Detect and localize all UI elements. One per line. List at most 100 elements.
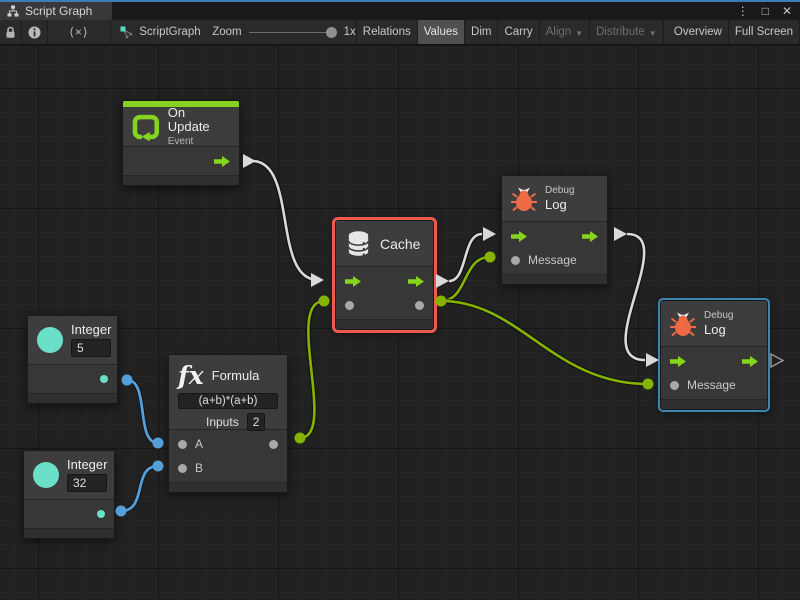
- node-integer-1[interactable]: Integer 5: [27, 315, 118, 404]
- node-cache[interactable]: Cache: [335, 220, 434, 330]
- window-controls: ⋮ □ ✕: [737, 2, 792, 20]
- align-label: Align: [546, 26, 572, 38]
- integer-value-field[interactable]: 32: [67, 474, 107, 492]
- value-input-port[interactable]: [345, 301, 354, 310]
- hierarchy-icon: [7, 5, 19, 17]
- graph-name-breadcrumb[interactable]: ScriptGraph: [111, 20, 212, 44]
- close-icon[interactable]: ✕: [782, 2, 792, 20]
- flow-input-port[interactable]: [345, 276, 361, 287]
- flow-output-port[interactable]: [582, 231, 598, 242]
- flow-output-port[interactable]: [408, 276, 424, 287]
- formula-icon: fx: [178, 363, 204, 389]
- carry-button[interactable]: Carry: [498, 20, 539, 44]
- wire-end-arrow[interactable]: [646, 353, 659, 367]
- value-output-port[interactable]: [100, 375, 108, 383]
- unconnected-output-arrow[interactable]: [771, 354, 783, 367]
- lock-button[interactable]: [0, 20, 22, 44]
- node-ports: Message: [661, 347, 767, 400]
- message-input-port[interactable]: [511, 256, 520, 265]
- wire-endpoint[interactable]: [319, 296, 330, 307]
- wire-endpoint[interactable]: [122, 375, 133, 386]
- node-ports: Message: [502, 222, 607, 275]
- wire-endpoint[interactable]: [116, 506, 127, 517]
- wire-end-arrow[interactable]: [483, 227, 496, 241]
- node-title: Formula: [212, 369, 260, 383]
- relations-label: Relations: [363, 26, 411, 38]
- wire-end-arrow[interactable]: [311, 273, 324, 287]
- node-footer: [24, 529, 114, 538]
- input-port-a[interactable]: [178, 440, 187, 449]
- tab-script-graph[interactable]: Script Graph: [0, 2, 112, 20]
- wire-endpoint[interactable]: [643, 379, 654, 390]
- node-footer: [28, 394, 117, 403]
- wire-formula-to-cache[interactable]: [300, 301, 324, 438]
- graph-name-label: ScriptGraph: [139, 26, 200, 38]
- node-ports: [123, 147, 239, 176]
- integer-icon: [37, 327, 63, 353]
- flow-input-port[interactable]: [670, 356, 686, 367]
- node-header: fx Formula (a+b)*(a+b) Inputs 2: [169, 355, 287, 430]
- full-screen-button[interactable]: Full Screen: [729, 20, 800, 44]
- graph-canvas[interactable]: On Update Event: [0, 46, 800, 600]
- script-graph-window: Script Graph ⋮ □ ✕ ⟨×⟩: [0, 0, 800, 600]
- value-output-port[interactable]: [269, 440, 278, 449]
- wire-cache-to-debug1-message[interactable]: [441, 257, 490, 301]
- wire-debug1-to-debug2[interactable]: [626, 234, 645, 360]
- node-on-update[interactable]: On Update Event: [122, 100, 240, 186]
- maximize-icon[interactable]: □: [762, 2, 769, 20]
- wire-endpoint[interactable]: [485, 252, 496, 263]
- variables-button[interactable]: ⟨×⟩: [48, 20, 112, 44]
- distribute-label: Distribute: [596, 26, 645, 38]
- node-debug-log-2[interactable]: Debug Log Message: [660, 300, 768, 410]
- integer-value-field[interactable]: 5: [71, 339, 111, 357]
- wire-start-arrow[interactable]: [436, 274, 449, 288]
- overview-button[interactable]: Overview: [668, 20, 729, 44]
- value-output-port[interactable]: [415, 301, 424, 310]
- flow-output-port[interactable]: [742, 356, 758, 367]
- wire-endpoint[interactable]: [295, 433, 306, 444]
- node-footer: [336, 320, 433, 329]
- wire-integer1-to-formula-a[interactable]: [127, 380, 158, 443]
- wire-cache-to-debug1[interactable]: [449, 234, 482, 281]
- wire-endpoint[interactable]: [153, 438, 164, 449]
- wire-start-arrow[interactable]: [243, 154, 256, 168]
- flow-output-port[interactable]: [214, 156, 230, 167]
- wire-onupdate-to-cache[interactable]: [252, 161, 318, 280]
- kebab-menu-icon[interactable]: ⋮: [737, 2, 749, 20]
- wire-start-arrow[interactable]: [614, 227, 627, 241]
- formula-expression-field[interactable]: (a+b)*(a+b): [178, 393, 278, 409]
- node-subtitle: Event: [168, 136, 230, 147]
- align-dropdown[interactable]: Align ▼: [540, 20, 591, 44]
- node-ports: [336, 267, 433, 320]
- zoom-slider-track: [249, 32, 337, 34]
- node-formula[interactable]: fx Formula (a+b)*(a+b) Inputs 2 A: [168, 354, 288, 493]
- zoom-slider-handle[interactable]: [326, 27, 337, 38]
- node-title: Cache: [380, 237, 420, 251]
- node-debug-log-1[interactable]: Debug Log Message: [501, 175, 608, 285]
- wire-endpoint[interactable]: [153, 461, 164, 472]
- carry-label: Carry: [504, 26, 532, 38]
- info-button[interactable]: [22, 20, 47, 44]
- value-output-port[interactable]: [97, 510, 105, 518]
- wire-cache-to-debug2-message[interactable]: [441, 301, 648, 384]
- node-footer: [123, 176, 239, 185]
- node-title: Integer: [67, 458, 107, 472]
- graph-icon: [120, 26, 133, 39]
- flow-input-port[interactable]: [511, 231, 527, 242]
- message-input-port[interactable]: [670, 381, 679, 390]
- node-integer-2[interactable]: Integer 32: [23, 450, 115, 539]
- port-label: Message: [528, 253, 577, 267]
- input-port-b[interactable]: [178, 464, 187, 473]
- full-screen-label: Full Screen: [735, 26, 793, 38]
- relations-button[interactable]: Relations: [357, 20, 418, 44]
- wire-endpoint[interactable]: [436, 296, 447, 307]
- node-footer: [502, 275, 607, 284]
- dim-button[interactable]: Dim: [465, 20, 498, 44]
- distribute-dropdown[interactable]: Distribute ▼: [590, 20, 664, 44]
- values-button[interactable]: Values: [418, 20, 465, 44]
- titlebar: Script Graph ⋮ □ ✕: [0, 2, 800, 20]
- node-supertitle: Debug: [704, 310, 733, 321]
- inputs-count-field[interactable]: 2: [247, 413, 266, 431]
- wire-integer2-to-formula-b[interactable]: [121, 466, 158, 511]
- zoom-slider[interactable]: [249, 27, 337, 38]
